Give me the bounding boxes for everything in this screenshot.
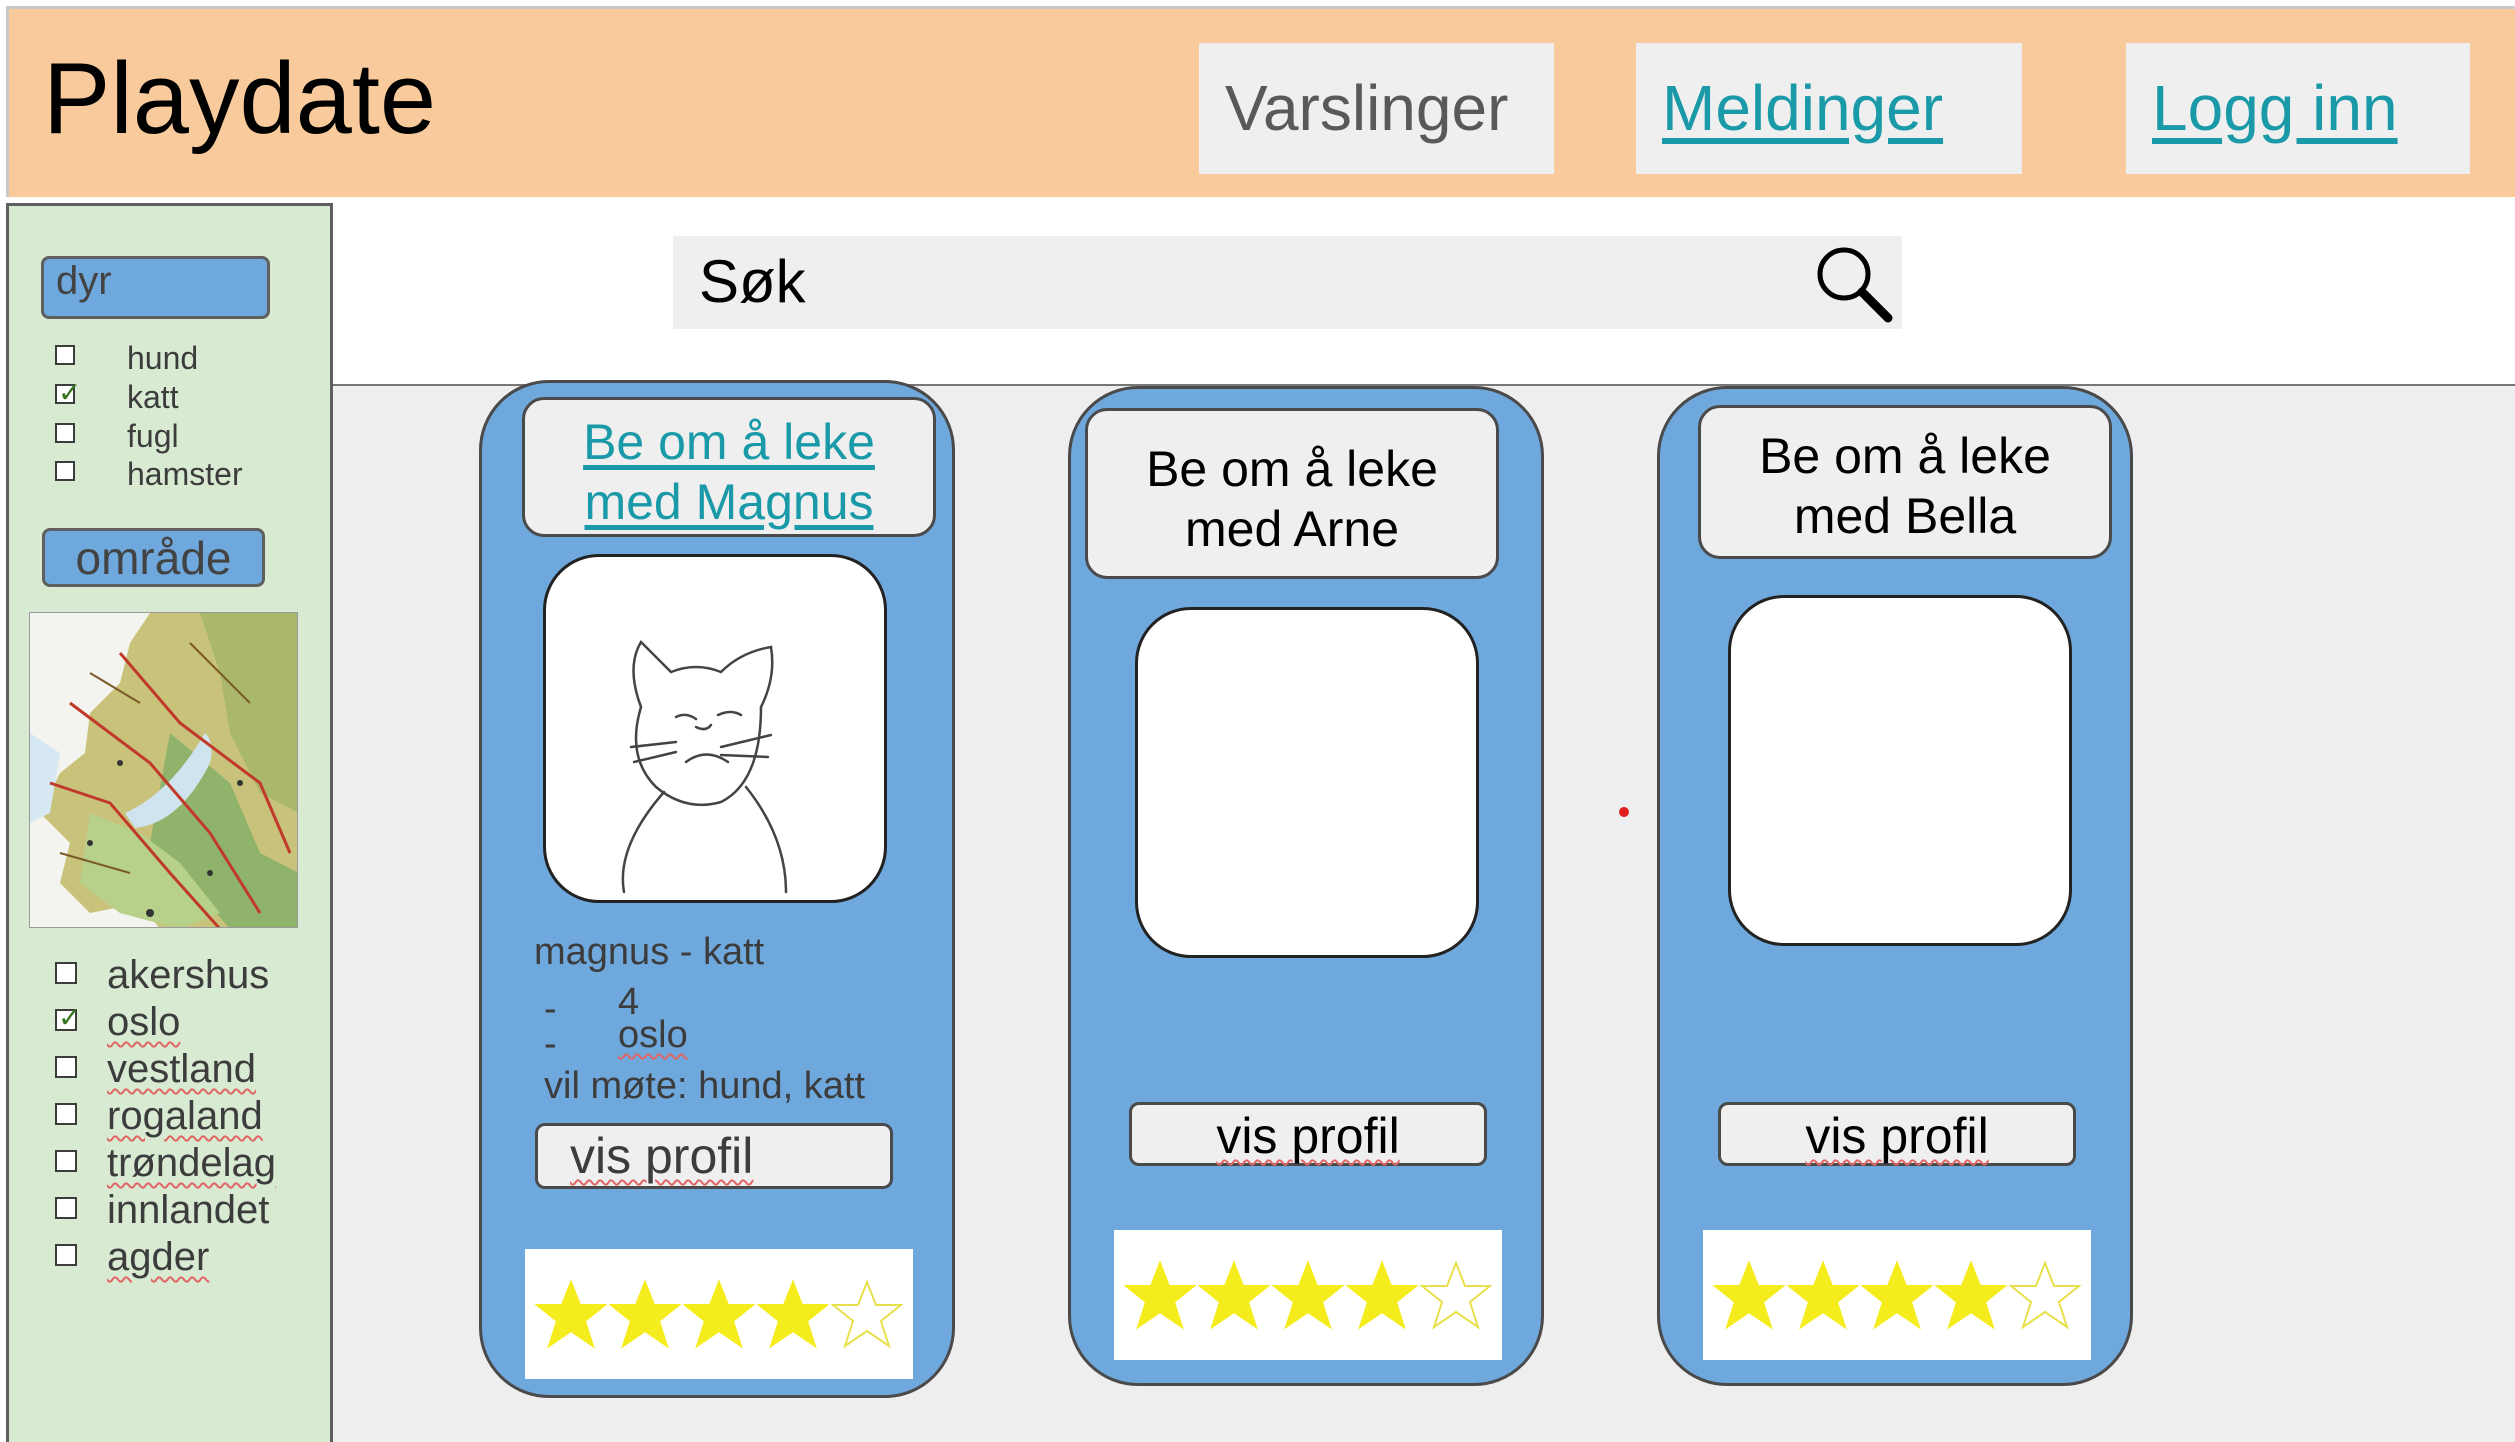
checkbox[interactable]: [55, 423, 75, 443]
card-title-line: med Magnus: [584, 474, 874, 530]
pet-card-bella: Be om å leke med Bella vis profil: [1657, 386, 2133, 1386]
animal-filter-heading[interactable]: dyr: [41, 256, 270, 319]
checkbox[interactable]: [55, 1103, 77, 1125]
empty-star-icon: [831, 1279, 903, 1349]
filled-star-icon: [1272, 1260, 1344, 1330]
empty-star-icon: [1420, 1260, 1492, 1330]
pet-photo: [1135, 607, 1479, 958]
area-filter-heading[interactable]: område: [42, 528, 265, 587]
pet-card-arne: Be om å leke med Arne vis profil: [1068, 386, 1544, 1386]
rating-stars: [1703, 1230, 2091, 1360]
top-header: Playdate Varslinger Meldinger Logg inn: [6, 6, 2515, 197]
rating-stars: [1114, 1230, 1502, 1360]
animal-option-label: fugl: [127, 418, 179, 454]
wants-to-meet: vil møte: hund, katt: [544, 1065, 866, 1107]
request-play-button[interactable]: Be om å leke med Arne: [1085, 408, 1499, 579]
area-option-label: agder: [107, 1235, 210, 1279]
pet-photo: [1728, 595, 2072, 946]
filled-star-icon: [1935, 1260, 2007, 1330]
results-area: Be om å leke med Magnus magnus - katt - …: [333, 380, 2515, 1442]
request-play-button[interactable]: Be om å leke med Bella: [1698, 405, 2112, 559]
card-title-line: Be om å leke: [1146, 441, 1438, 497]
filled-star-icon: [535, 1279, 607, 1349]
filled-star-icon: [1861, 1260, 1933, 1330]
notifications-button[interactable]: Varslinger: [1199, 43, 1554, 174]
view-profile-label: vis profil: [1216, 1108, 1400, 1164]
card-title-line: med Bella: [1793, 488, 2017, 544]
rating-stars: [525, 1249, 913, 1379]
checkbox[interactable]: [55, 1197, 77, 1219]
area-option-label: rogaland: [107, 1094, 263, 1138]
empty-star-icon: [2009, 1260, 2081, 1330]
login-button[interactable]: Logg inn: [2126, 43, 2470, 174]
check-icon: ✓: [58, 1002, 82, 1033]
request-play-button[interactable]: Be om å leke med Magnus: [522, 397, 936, 537]
view-profile-button[interactable]: vis profil: [1129, 1102, 1487, 1166]
red-dot: [1619, 807, 1629, 817]
area-option-label: innlandet: [107, 1188, 270, 1232]
card-title-line: med Arne: [1184, 501, 1399, 557]
card-title-line: Be om å leke: [583, 414, 875, 470]
checkbox[interactable]: ✓: [55, 378, 81, 408]
detail-bullet: -: [544, 1023, 557, 1065]
animal-option-label: hund: [127, 340, 199, 376]
area-option-label: vestland: [107, 1047, 256, 1091]
filled-star-icon: [609, 1279, 681, 1349]
cat-drawing-icon: [621, 639, 788, 894]
search-icon[interactable]: [1810, 240, 1896, 326]
filled-star-icon: [1124, 1260, 1196, 1330]
region-map-icon: [29, 612, 298, 928]
area-option-label: akershus: [107, 953, 270, 997]
area-option-label: oslo: [107, 1000, 181, 1044]
filled-star-icon: [683, 1279, 755, 1349]
filled-star-icon: [1787, 1260, 1859, 1330]
search-input[interactable]: Søk: [673, 236, 1902, 329]
animal-option-label: hamster: [127, 456, 243, 492]
area-option-label: trøndelag: [107, 1141, 276, 1185]
pet-card-magnus: Be om å leke med Magnus magnus - katt - …: [479, 380, 955, 1398]
checkbox[interactable]: [55, 962, 77, 984]
checkbox[interactable]: [55, 461, 75, 481]
view-profile-button[interactable]: vis profil: [535, 1123, 893, 1189]
checkbox[interactable]: [55, 1056, 77, 1078]
view-profile-label: vis profil: [1805, 1108, 1989, 1164]
messages-button[interactable]: Meldinger: [1636, 43, 2022, 174]
pet-photo: [543, 554, 887, 903]
filter-sidebar: dyr hund ✓ katt fugl hamster område aker…: [6, 203, 333, 1442]
view-profile-label: vis profil: [570, 1128, 754, 1184]
filled-star-icon: [1198, 1260, 1270, 1330]
card-title-line: Be om å leke: [1759, 428, 2051, 484]
filled-star-icon: [757, 1279, 829, 1349]
checkbox[interactable]: ✓: [55, 1003, 81, 1033]
search-placeholder: Søk: [699, 248, 806, 315]
check-icon: ✓: [58, 377, 82, 408]
checkbox[interactable]: [55, 1150, 77, 1172]
view-profile-button[interactable]: vis profil: [1718, 1102, 2076, 1166]
filled-star-icon: [1346, 1260, 1418, 1330]
pet-location: oslo: [618, 1014, 688, 1056]
pet-name-type: magnus - katt: [534, 931, 765, 973]
animal-option-label: katt: [127, 379, 179, 415]
checkbox[interactable]: [55, 345, 75, 365]
checkbox[interactable]: [55, 1244, 77, 1266]
app-title: Playdate: [43, 43, 437, 155]
filled-star-icon: [1713, 1260, 1785, 1330]
